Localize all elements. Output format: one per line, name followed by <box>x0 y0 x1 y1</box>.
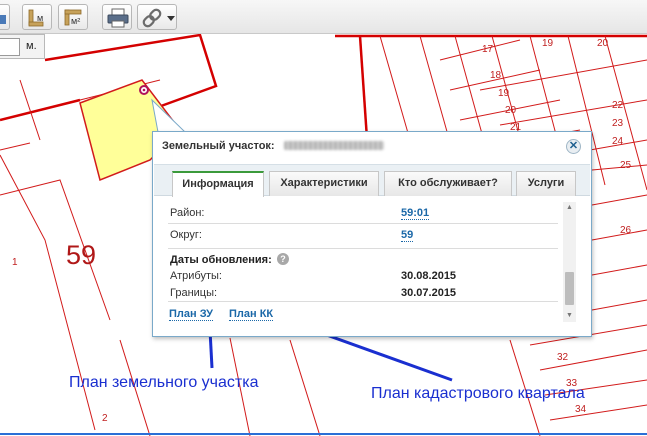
blurred-cadastral-number <box>284 141 384 150</box>
tab-services[interactable]: Услуги <box>516 171 576 196</box>
map-label: 19 <box>498 88 510 99</box>
parcel-marker-dot <box>142 88 146 92</box>
map-label: 22 <box>612 100 624 111</box>
link-icon <box>142 8 175 28</box>
measure-area-icon: м² <box>64 9 82 26</box>
home-icon <box>0 15 6 24</box>
map-label: 25 <box>620 160 632 171</box>
quarter-plan-annotation: План кадастрового квартала <box>371 385 585 402</box>
link-dropdown-button[interactable] <box>137 4 177 30</box>
scroll-thumb[interactable] <box>565 272 574 305</box>
print-icon <box>107 8 129 28</box>
scale-input[interactable] <box>0 38 20 56</box>
map-label: 23 <box>612 118 624 129</box>
map-label: 20 <box>597 38 609 49</box>
okrug-label: Округ: <box>170 229 202 241</box>
measure-length-icon: м <box>28 9 44 27</box>
svg-text:м: м <box>37 13 43 23</box>
close-icon: ✕ <box>568 140 579 152</box>
map-label: 1 <box>12 257 18 268</box>
scroll-up-icon[interactable]: ▲ <box>565 204 574 212</box>
quarter-number-label: 59 <box>66 240 97 270</box>
map-label: 24 <box>612 136 624 147</box>
home-button[interactable] <box>0 4 10 30</box>
parcel-info-popup: Земельный участок: ✕ Информация Характер… <box>152 131 592 337</box>
divider <box>168 301 558 302</box>
popup-content: Район: 59:01 Округ: 59 Даты обновления: … <box>154 197 590 317</box>
close-button[interactable]: ✕ <box>566 139 581 154</box>
popup-tabs: Информация Характеристики Кто обслуживае… <box>154 164 590 197</box>
divider <box>168 223 558 224</box>
print-button[interactable] <box>102 4 132 30</box>
tab-characteristics[interactable]: Характеристики <box>269 171 379 196</box>
boundaries-date: 30.07.2015 <box>401 287 457 299</box>
map-label: 17 <box>482 44 494 55</box>
svg-text:м²: м² <box>71 16 80 26</box>
measure-length-button[interactable]: м <box>22 4 52 30</box>
district-label: Район: <box>170 207 205 219</box>
popup-scrollbar[interactable]: ▲ ▼ <box>563 202 576 322</box>
map-label: 18 <box>490 70 502 81</box>
parcel-plan-link[interactable]: План ЗУ <box>169 308 214 321</box>
help-icon[interactable]: ? <box>277 253 289 265</box>
measure-area-button[interactable]: м² <box>58 4 88 30</box>
scale-control: м. <box>0 34 45 59</box>
district-value-link[interactable]: 59:01 <box>401 207 430 220</box>
divider <box>168 248 558 249</box>
tab-who-serves[interactable]: Кто обслуживает? <box>384 171 512 196</box>
tab-information[interactable]: Информация <box>172 171 264 197</box>
popup-title: Земельный участок: <box>162 140 275 152</box>
popup-header: Земельный участок: ✕ <box>153 132 591 160</box>
map-label: 32 <box>557 352 569 363</box>
map-toolbar: м м² <box>0 0 647 34</box>
popup-pointer <box>151 98 187 133</box>
attributes-date: 30.08.2015 <box>401 270 457 282</box>
attributes-label: Атрибуты: <box>170 270 222 282</box>
quarter-plan-link[interactable]: План КК <box>229 308 274 321</box>
scale-unit-label: м. <box>26 40 37 52</box>
map-label: 34 <box>575 404 587 415</box>
boundaries-label: Границы: <box>170 287 218 299</box>
map-label: 26 <box>620 225 632 236</box>
scroll-down-icon[interactable]: ▼ <box>565 312 574 320</box>
chevron-down-icon <box>167 16 175 21</box>
map-label: 20 <box>505 105 517 116</box>
updates-section-title: Даты обновления: <box>170 254 272 266</box>
map-label: 19 <box>542 38 554 49</box>
parcel-plan-annotation: План земельного участка <box>69 374 259 391</box>
okrug-value-link[interactable]: 59 <box>401 229 414 242</box>
map-label: 2 <box>102 413 108 424</box>
